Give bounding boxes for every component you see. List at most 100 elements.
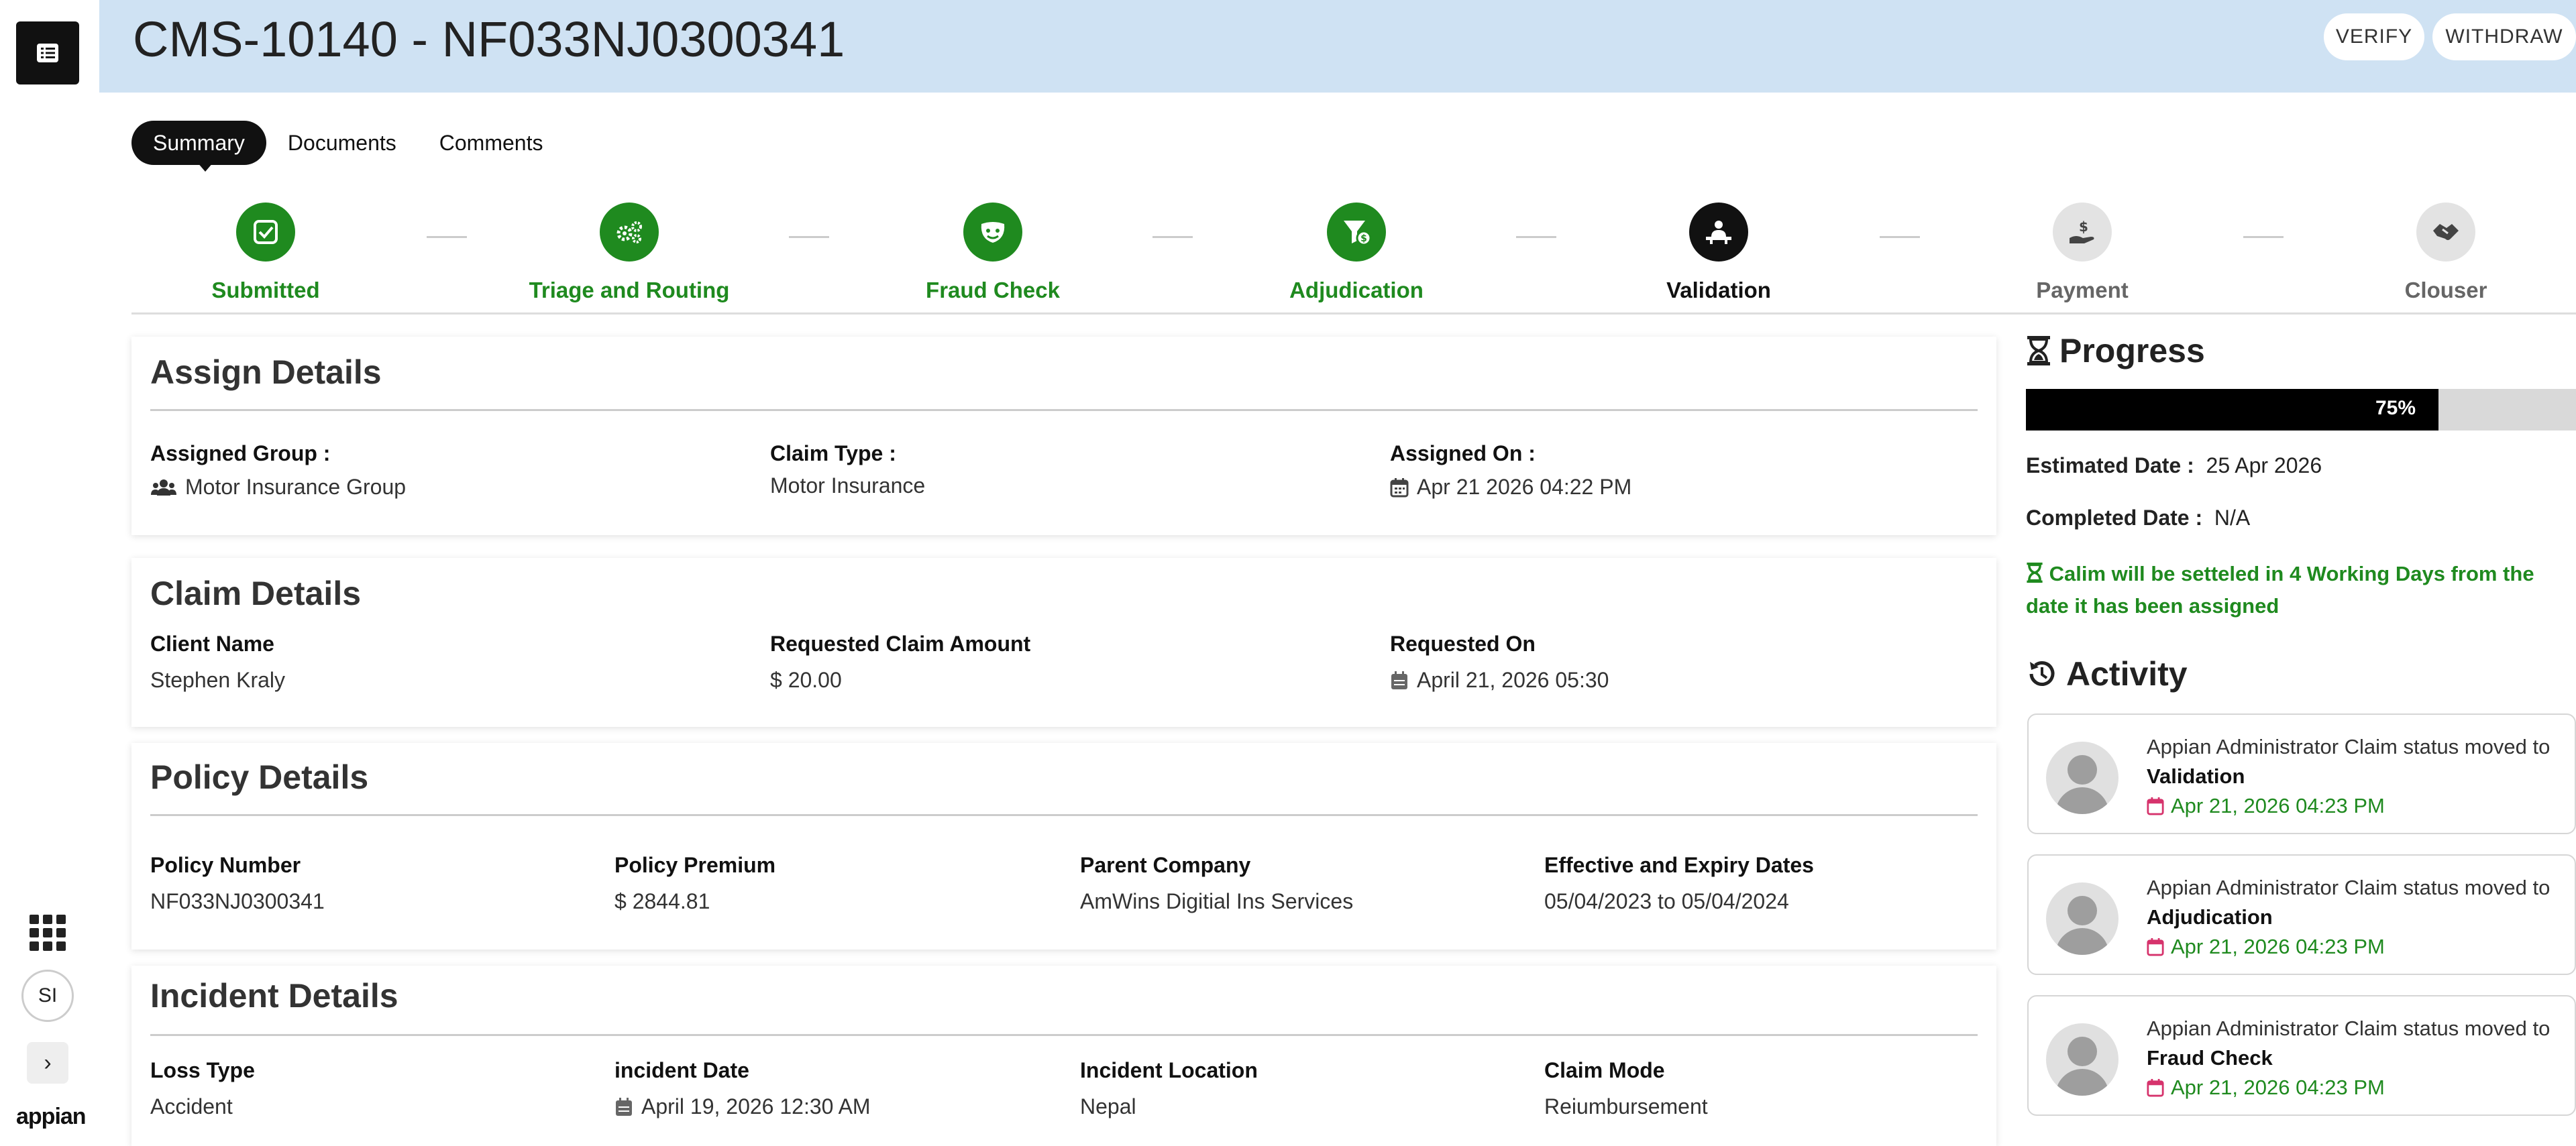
tab-comments[interactable]: Comments [418, 121, 565, 165]
activity-time: Apr 21, 2026 04:23 PM [2147, 935, 2385, 959]
svg-text:$: $ [1360, 233, 1367, 244]
calendar-icon [2147, 1079, 2164, 1097]
page-title: CMS-10140 - NF033NJ0300341 [133, 11, 845, 67]
client-name-label: Client Name [150, 632, 274, 656]
mask-icon [963, 203, 1022, 262]
progress-percent: 75% [2375, 397, 2416, 419]
step-payment[interactable]: $ Payment [1982, 203, 2183, 303]
step-connector [1516, 236, 1556, 238]
tab-summary[interactable]: Summary [131, 121, 266, 165]
step-clouser[interactable]: Clouser [2345, 203, 2546, 303]
loss-type-value: Accident [150, 1094, 233, 1119]
verify-button[interactable]: VERIFY [2324, 13, 2424, 60]
policy-number-value: NF033NJ0300341 [150, 889, 325, 913]
claim-mode-value: Reiumbursement [1544, 1094, 1708, 1119]
claim-type-label: Claim Type : [770, 441, 896, 465]
tab-documents[interactable]: Documents [266, 121, 418, 165]
step-triage-and-routing[interactable]: Triage and Routing [529, 203, 730, 303]
card-divider [150, 1034, 1978, 1036]
handshake-icon [2416, 203, 2475, 262]
step-label: Clouser [2404, 278, 2487, 302]
user-avatar[interactable]: SI [21, 970, 74, 1022]
completed-date-label: Completed Date : [2026, 506, 2203, 530]
step-fraud-check[interactable]: Fraud Check [892, 203, 1093, 303]
activity-title: Activity [2066, 655, 2188, 693]
check-square-icon [236, 203, 295, 262]
avatar [2046, 742, 2118, 814]
activity-item: Appian Administrator Claim status moved … [2027, 854, 2576, 975]
hand-dollar-icon: $ [2053, 203, 2112, 262]
settlement-note-text: Calim will be setteled in 4 Working Days… [2026, 562, 2534, 618]
card-title: Claim Details [150, 575, 362, 612]
activity-heading: Activity [2026, 654, 2188, 693]
completed-date: Completed Date : N/A [2026, 506, 2250, 530]
completed-date-value: N/A [2214, 506, 2251, 530]
list-icon [37, 44, 58, 62]
step-connector [1880, 236, 1920, 238]
withdraw-button[interactable]: WITHDRAW [2432, 13, 2576, 60]
client-name-value: Stephen Kraly [150, 668, 286, 692]
effective-expiry-value: 05/04/2023 to 05/04/2024 [1544, 889, 1789, 913]
history-icon [2029, 661, 2055, 686]
step-connector [427, 236, 467, 238]
activity-time: Apr 21, 2026 04:23 PM [2147, 794, 2385, 818]
assigned-group-value: Motor Insurance Group [150, 475, 406, 500]
calendar-icon [1391, 671, 1407, 689]
requested-amount-value: $ 20.00 [770, 668, 842, 692]
stepper-divider [131, 312, 2576, 314]
funnel-dollar-icon: $ [1327, 203, 1386, 262]
activity-status: Adjudication [2147, 905, 2273, 929]
incident-date-value: April 19, 2026 12:30 AM [614, 1094, 871, 1119]
policy-premium-label: Policy Premium [614, 853, 776, 877]
avatar [2046, 882, 2118, 955]
card-divider [150, 409, 1978, 411]
progress-title: Progress [2059, 332, 2205, 369]
step-label: Submitted [211, 278, 320, 302]
step-adjudication[interactable]: $ Adjudication [1256, 203, 1457, 303]
incident-date-label: incident Date [614, 1058, 749, 1082]
assigned-group-label: Assigned Group : [150, 441, 331, 465]
activity-status: Validation [2147, 764, 2245, 788]
assigned-on-value: Apr 21 2026 04:22 PM [1390, 475, 1631, 500]
page-header: CMS-10140 - NF033NJ0300341 VERIFY WITHDR… [99, 0, 2576, 93]
claim-details-card: Claim Details Client Name Stephen Kraly … [131, 558, 1996, 727]
incident-location-value: Nepal [1080, 1094, 1136, 1119]
progress-fill: 75% [2026, 389, 2438, 431]
menu-list-icon[interactable] [16, 21, 79, 84]
claim-type-value: Motor Insurance [770, 473, 926, 498]
activity-text: Appian Administrator Claim status moved … [2147, 1017, 2551, 1070]
users-icon [151, 479, 176, 496]
step-connector [789, 236, 829, 238]
activity-time: Apr 21, 2026 04:23 PM [2147, 1076, 2385, 1100]
settlement-note: Calim will be setteled in 4 Working Days… [2026, 558, 2576, 622]
activity-item: Appian Administrator Claim status moved … [2027, 995, 2576, 1116]
step-label: Fraud Check [926, 278, 1060, 302]
app-grid-icon[interactable] [30, 915, 66, 951]
estimated-date: Estimated Date : 25 Apr 2026 [2026, 453, 2322, 478]
svg-text:$: $ [2079, 219, 2088, 235]
step-label: Validation [1666, 278, 1771, 302]
assigned-group-text: Motor Insurance Group [185, 475, 407, 499]
parent-company-label: Parent Company [1080, 853, 1251, 877]
card-title: Incident Details [150, 977, 398, 1015]
requested-on-value: April 21, 2026 05:30 [1390, 668, 1609, 693]
requested-on-text: April 21, 2026 05:30 [1417, 668, 1609, 692]
incident-date-text: April 19, 2026 12:30 AM [641, 1094, 871, 1119]
assign-details-card: Assign Details Assigned Group : Motor In… [131, 337, 1996, 535]
step-validation[interactable]: Validation [1618, 203, 1819, 303]
requested-amount-label: Requested Claim Amount [770, 632, 1031, 656]
estimated-date-value: 25 Apr 2026 [2206, 453, 2322, 477]
estimated-date-label: Estimated Date : [2026, 453, 2194, 477]
person-desk-icon [1689, 203, 1748, 262]
activity-status: Fraud Check [2147, 1046, 2273, 1070]
policy-details-card: Policy Details Policy Number NF033NJ0300… [131, 743, 1996, 950]
hourglass-icon [2027, 562, 2043, 583]
step-connector [2243, 236, 2284, 238]
tab-bar: Summary Documents Comments [131, 121, 564, 165]
calendar-icon [2147, 938, 2164, 956]
step-submitted[interactable]: Submitted [165, 203, 366, 303]
policy-premium-value: $ 2844.81 [614, 889, 710, 913]
expand-chevron-icon[interactable]: › [27, 1042, 68, 1084]
parent-company-value: AmWins Digitial Ins Services [1080, 889, 1354, 913]
activity-text: Appian Administrator Claim status moved … [2147, 876, 2551, 929]
